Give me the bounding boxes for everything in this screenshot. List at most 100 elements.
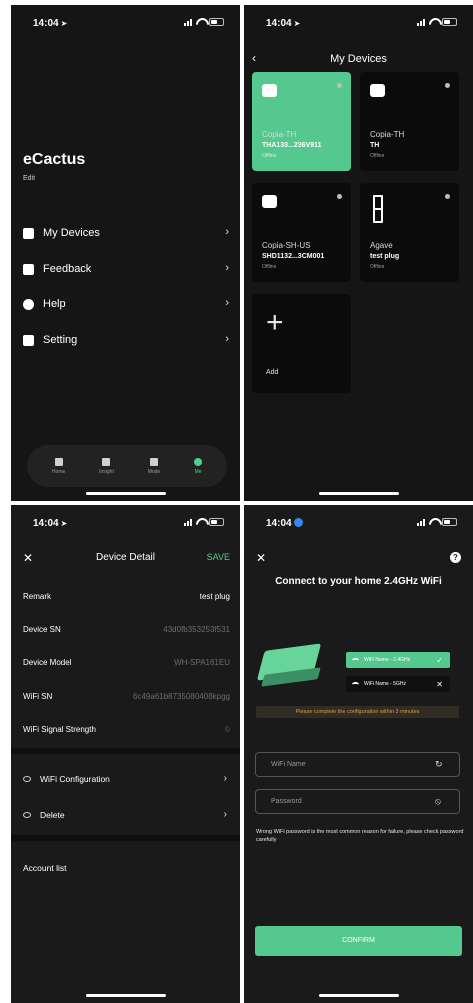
action-label: Delete [40,810,65,820]
plus-icon: + [266,306,284,339]
device-icon [370,84,385,97]
menu-item-label: Setting [43,334,78,346]
row-label: Device Model [23,657,72,667]
wifi-option-5ghz: WiFi Name - 5GHz ✕ [346,676,450,692]
status-bar: 14:04 ➤ [11,5,240,35]
confirm-button[interactable]: CONFIRM [255,926,462,956]
account-list-heading: Account list [23,863,67,873]
password-field[interactable]: Password ⦸ [255,789,460,814]
add-label: Add [266,369,279,376]
tab-mode[interactable]: Mode [148,457,160,475]
device-model-row: Device Model WH-SPA161EU [23,655,230,669]
wifi-config-icon [23,776,31,782]
device-detail-screen: 14:04 ➤ ✕ Device Detail SAVE Remark test … [11,505,240,1003]
settings-icon [23,334,34,346]
device-serial: SHD1132...3CM001 [262,253,325,260]
device-status: Offline [370,264,385,270]
signal-icon [184,18,192,26]
status-dot [445,83,450,88]
time-limit-warning: Please complete the configuration within… [256,706,459,718]
wifi-sn-row: WiFi SN 6c49a61b8735080408kpgg [23,689,230,703]
status-dot [337,83,342,88]
save-button[interactable]: SAVE [207,552,230,562]
edit-profile-link[interactable]: Edit [23,175,35,182]
delete-row[interactable]: Delete › [23,808,230,822]
me-icon [194,457,203,466]
device-card[interactable]: Copia-TH THA133...236V911 Offline [252,72,351,171]
status-time: 14:04 ➤ [33,18,68,29]
row-label: WiFi SN [23,691,53,701]
battery-icon [209,518,224,526]
add-device-card[interactable]: + Add [252,294,351,393]
menu-item-label: My Devices [43,227,100,239]
close-icon: ✕ [436,679,443,689]
divider [11,835,240,841]
signal-icon [184,518,192,526]
device-status: Offline [370,153,385,159]
menu-item-help[interactable]: Help › [23,294,233,314]
tab-label: Home [51,468,66,475]
signal-icon [417,518,425,526]
wifi-icon [352,657,359,663]
battery-icon [209,18,224,26]
chevron-right-icon: › [223,773,227,784]
profile-screen: 14:04 ➤ eCactus Edit My Devices › Feedbac… [11,5,240,501]
chevron-right-icon: › [225,262,229,274]
bottom-tab-bar: Home Insight Mode Me [27,445,227,487]
wifi-status-icon [196,18,205,26]
eye-slash-icon[interactable]: ⦸ [435,797,444,806]
action-label: WiFi Configuration [40,774,110,784]
device-card[interactable]: Copia-TH TH Offline [360,72,459,171]
device-name: Copia-TH [262,130,297,139]
devices-icon [23,227,34,239]
device-serial: TH [370,142,380,149]
device-serial: THA133...236V911 [262,142,322,149]
device-card[interactable]: Agave test plug Offline [360,183,459,282]
wifi-connect-screen: 14:04 ✕ ? Connect to your home 2.4GHz Wi… [244,505,473,1003]
mode-icon [149,457,158,466]
wifi-signal-row: WiFi Signal Strength ⦸ [23,722,230,736]
close-icon[interactable]: ✕ [256,551,266,565]
tab-insight[interactable]: Insight [99,457,114,475]
wifi-configuration-row[interactable]: WiFi Configuration › [23,772,230,786]
wifi-sn-value: 6c49a61b8735080408kpgg [133,691,230,701]
wifi-name-field[interactable]: WiFi Name ↻ [255,752,460,777]
profile-name: eCactus [23,151,86,168]
help-icon[interactable]: ? [450,552,461,563]
delete-icon [23,812,31,818]
wifi-status-icon [429,18,438,26]
device-icon [262,195,277,208]
status-dot [337,194,342,199]
battery-icon [442,518,457,526]
wifi-option-label: WiFi Name - 5GHz [364,681,406,687]
status-time: 14:04 [266,518,303,529]
signal-icon [417,18,425,26]
page-title: Device Detail [96,552,155,563]
menu-item-label: Help [43,298,66,310]
status-icons [184,18,224,26]
wifi-icon [352,681,359,687]
tab-me[interactable]: Me [194,457,203,475]
home-indicator [318,994,399,997]
wifi-option-label: WiFi Name - 2.4GHz [364,657,411,663]
chevron-right-icon: › [225,333,229,345]
menu-item-feedback[interactable]: Feedback › [23,259,233,279]
device-name: Copia-TH [370,130,405,139]
router-illustration [256,643,322,697]
status-bar: 14:04 ➤ [244,5,473,35]
tab-label: Insight [99,468,114,475]
wifi-name-placeholder: WiFi Name [271,761,306,768]
status-bar: 14:04 ➤ [11,505,240,535]
page-title: My Devices [330,53,387,65]
remark-row[interactable]: Remark test plug [23,589,230,603]
wifi-option-2-4ghz: WiFi Name - 2.4GHz ✓ [346,652,450,668]
menu-item-setting[interactable]: Setting › [23,330,233,350]
refresh-icon[interactable]: ↻ [435,760,444,769]
device-status: Offline [262,153,277,159]
tab-home[interactable]: Home [51,457,66,475]
remark-value: test plug [199,591,230,601]
device-card[interactable]: Copia-SH-US SHD1132...3CM001 Offline [252,183,351,282]
row-label: Remark [23,591,52,601]
menu-item-my-devices[interactable]: My Devices › [23,223,233,243]
status-time: 14:04 ➤ [33,518,68,529]
